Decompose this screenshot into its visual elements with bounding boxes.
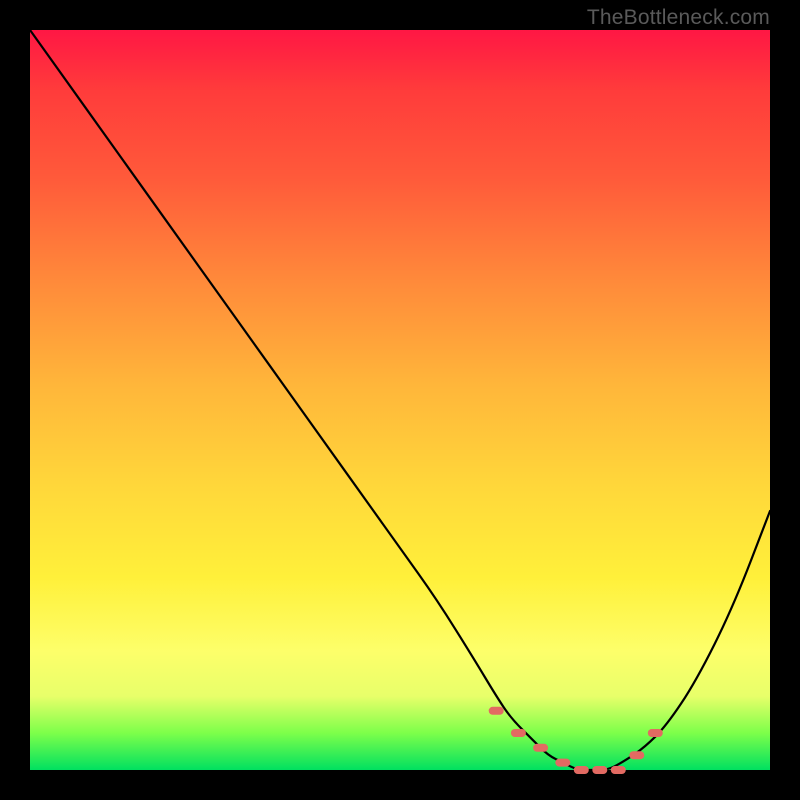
chart-frame: TheBottleneck.com <box>0 0 800 800</box>
curve-marker <box>555 759 570 767</box>
curve-marker <box>629 751 644 759</box>
plot-area <box>30 30 770 770</box>
bottleneck-curve <box>30 30 770 770</box>
curve-marker <box>574 766 589 774</box>
curve-marker <box>533 744 548 752</box>
curve-marker <box>592 766 607 774</box>
curve-svg <box>30 30 770 770</box>
curve-marker <box>511 729 526 737</box>
curve-marker <box>611 766 626 774</box>
watermark-text: TheBottleneck.com <box>587 6 770 30</box>
curve-marker <box>489 707 504 715</box>
curve-marker <box>648 729 663 737</box>
marker-group <box>489 707 663 774</box>
